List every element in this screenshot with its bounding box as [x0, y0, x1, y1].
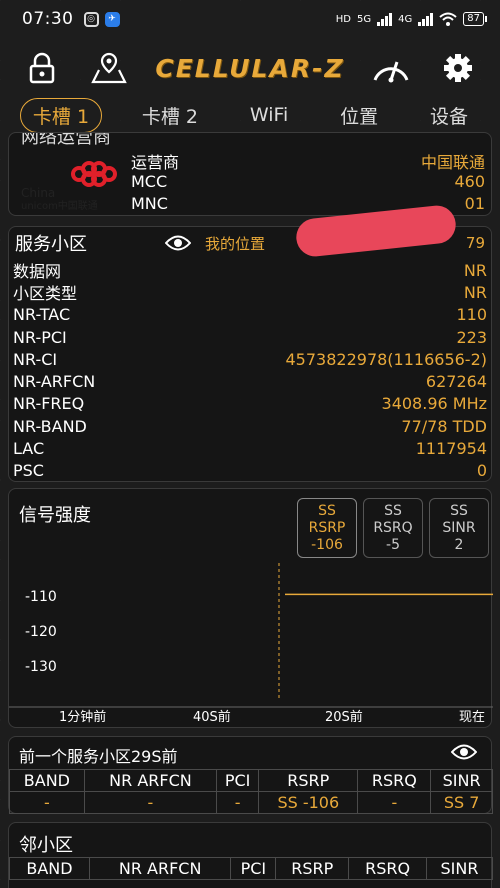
data-network-row: 数据网 NR — [13, 260, 487, 282]
nr-arfcn-row: NR-ARFCN 627264 — [13, 372, 487, 392]
table-header: NR ARFCN — [83, 769, 218, 792]
toolbar: CELLULAR-Z — [0, 40, 500, 96]
signal-4g-icon — [418, 12, 434, 26]
table-header: RSRP — [275, 857, 350, 880]
table-header: SINR — [430, 769, 493, 792]
tab-device[interactable]: 设备 — [418, 98, 480, 133]
ss-sinr-box[interactable]: SS SINR 2 — [429, 498, 489, 558]
battery-icon: 87 — [463, 12, 487, 26]
table-header: RSRQ — [357, 769, 432, 792]
signal-chart: -110 -120 -130 1分钟前 40S前 20S前 现在 — [9, 563, 493, 725]
eye-icon[interactable] — [165, 234, 191, 252]
eye-icon[interactable] — [451, 743, 477, 761]
previous-cell-card: 前一个服务小区29S前 BAND NR ARFCN PCI RSRP RSRQ … — [8, 736, 493, 814]
app-notification-icon: ◎ — [83, 11, 99, 27]
table-cell: - — [9, 791, 85, 814]
x-tick-label: 现在 — [459, 710, 485, 725]
x-tick-label: 40S前 — [193, 709, 231, 725]
tab-sim1[interactable]: 卡槽 1 — [19, 97, 103, 133]
lac-row: LAC 1117954 — [13, 439, 487, 459]
signal-5g-icon — [377, 12, 393, 26]
logo-text-bottom: unicom中国联通 — [21, 199, 98, 212]
status-time: 07:30 — [22, 9, 74, 29]
previous-cell-table: BAND NR ARFCN PCI RSRP RSRQ SINR - - - S… — [9, 769, 493, 814]
wifi-icon — [439, 12, 457, 26]
tab-location[interactable]: 位置 — [328, 98, 390, 133]
notification-icons: ◎ ✈ — [83, 11, 120, 27]
mcc-row: MCC 460 — [131, 172, 485, 191]
table-header: BAND — [9, 769, 85, 792]
tab-sim2[interactable]: 卡槽 2 — [130, 98, 210, 133]
psc-row: PSC 0 — [13, 461, 487, 481]
app-logo: CELLULAR-Z — [155, 53, 345, 83]
tab-wifi[interactable]: WiFi — [238, 100, 300, 130]
y-tick-label: -110 — [25, 589, 57, 605]
table-header: SINR — [426, 857, 493, 880]
neighbor-cells-title: 邻小区 — [19, 835, 73, 856]
network-4g-label: 4G — [398, 13, 413, 25]
my-location-label[interactable]: 我的位置 — [205, 233, 265, 254]
x-tick-label: 1分钟前 — [59, 709, 106, 725]
neighbor-cells-table: BAND NR ARFCN PCI RSRP RSRQ SINR — [9, 857, 493, 880]
table-header: NR ARFCN — [88, 857, 232, 880]
table-cell: SS -106 — [258, 791, 359, 814]
ss-rsrp-box[interactable]: SS RSRP -106 — [297, 498, 357, 558]
logo-text-top: China — [21, 186, 55, 200]
signal-strength-title: 信号强度 — [19, 505, 91, 526]
nr-pci-row: NR-PCI 223 — [13, 327, 487, 347]
operator-card: 网络运营商 China unicom中国联通 运营商 中国联通 MCC 460 … — [8, 132, 492, 216]
operator-card-title: 网络运营商 — [21, 132, 111, 148]
lock-icon[interactable] — [22, 48, 62, 88]
serving-cell-title: 服务小区 — [15, 234, 87, 255]
table-header: PCI — [230, 857, 277, 880]
status-bar: 07:30 ◎ ✈ HD 5G 4G 87 — [0, 0, 500, 38]
location-value-tail: 79 — [465, 234, 485, 252]
serving-cell-card: 服务小区 我的位置 79 数据网 NR 小区类型 NR NR-TAC 110 NR-P… — [8, 226, 492, 482]
table-cell: - — [357, 791, 432, 814]
nr-tac-row: NR-TAC 110 — [13, 305, 487, 325]
speedometer-icon[interactable] — [371, 48, 411, 88]
ss-rsrq-box[interactable]: SS RSRQ -5 — [363, 498, 423, 558]
message-notification-icon: ✈ — [104, 11, 120, 27]
neighbor-cells-card: 邻小区 BAND NR ARFCN PCI RSRP RSRQ SINR — [8, 822, 493, 888]
cell-type-row: 小区类型 NR — [13, 282, 487, 304]
network-5g-label: 5G — [357, 13, 372, 25]
table-header: RSRP — [258, 769, 359, 792]
previous-cell-title: 前一个服务小区29S前 — [19, 747, 178, 766]
table-cell: SS 7 — [430, 791, 493, 814]
map-marker-icon[interactable] — [89, 48, 129, 88]
signal-strength-card: 信号强度 SS RSRP -106 SS RSRQ -5 SS SINR 2 -110 -1… — [8, 488, 493, 728]
nr-freq-row: NR-FREQ 3408.96 MHz — [13, 394, 487, 414]
y-tick-label: -130 — [25, 659, 57, 675]
table-cell: - — [216, 791, 260, 814]
operator-row: 运营商 中国联通 — [131, 153, 485, 172]
table-header: BAND — [9, 857, 90, 880]
status-right: HD 5G 4G 87 — [335, 12, 487, 26]
hd-indicator: HD — [335, 13, 352, 25]
settings-gear-icon[interactable] — [438, 48, 478, 88]
table-header: PCI — [216, 769, 260, 792]
nr-band-row: NR-BAND 77/78 TDD — [13, 416, 487, 436]
table-header: RSRQ — [348, 857, 427, 880]
nr-ci-row: NR-CI 4573822978(1116656-2) — [13, 349, 487, 369]
table-cell: - — [83, 791, 218, 814]
tab-bar: 卡槽 1 卡槽 2 WiFi 位置 设备 — [0, 96, 500, 134]
china-unicom-logo: China unicom中国联通 — [21, 151, 121, 213]
y-tick-label: -120 — [25, 624, 57, 640]
x-tick-label: 20S前 — [325, 709, 363, 725]
